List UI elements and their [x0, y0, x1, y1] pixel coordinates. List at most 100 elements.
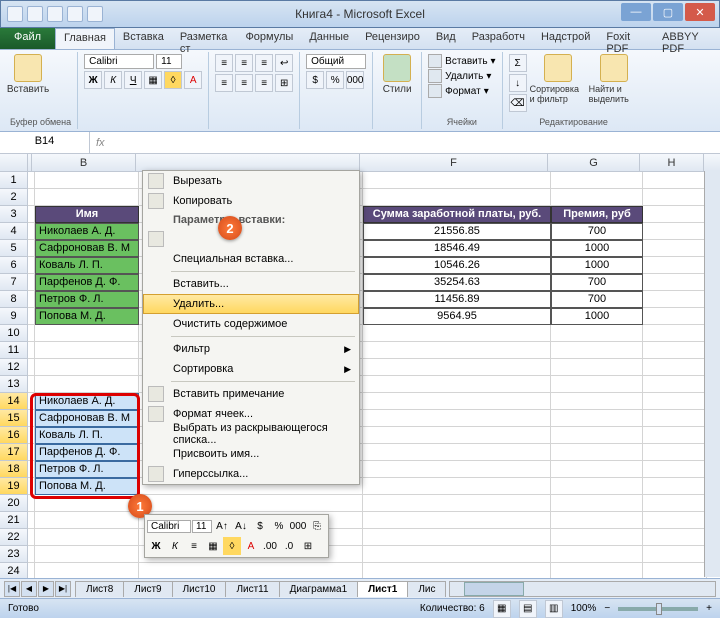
save-icon[interactable]: [27, 6, 43, 22]
undo-icon[interactable]: [47, 6, 63, 22]
cell[interactable]: [28, 359, 35, 376]
cell[interactable]: [363, 427, 551, 444]
paste-button[interactable]: Вставить: [10, 54, 46, 117]
tab-home[interactable]: Главная: [55, 28, 115, 49]
row-header[interactable]: 20: [0, 495, 28, 512]
cell[interactable]: [643, 495, 707, 512]
mini-font-size[interactable]: 11: [192, 520, 212, 533]
sheet-tab[interactable]: Лист11: [225, 581, 279, 597]
cell[interactable]: [643, 359, 707, 376]
zoom-slider[interactable]: [618, 607, 698, 611]
row-header[interactable]: 7: [0, 274, 28, 291]
cell[interactable]: [643, 223, 707, 240]
tab-nav-prev[interactable]: ◀: [21, 581, 37, 597]
cell[interactable]: [35, 172, 139, 189]
cell[interactable]: [363, 172, 551, 189]
mini-italic[interactable]: К: [166, 537, 184, 555]
sum-cell[interactable]: 9564.95: [363, 308, 551, 325]
align-bot-button[interactable]: ≡: [255, 54, 273, 72]
cell[interactable]: [643, 427, 707, 444]
cm-paste-special[interactable]: Специальная вставка...: [143, 249, 359, 269]
sort-filter-button[interactable]: Сортировка и фильтр: [530, 54, 586, 117]
sheet-tab[interactable]: Лист9: [123, 581, 172, 597]
font-color-button[interactable]: A: [184, 71, 202, 89]
redo-icon[interactable]: [67, 6, 83, 22]
mini-fill-color[interactable]: ◊: [223, 537, 241, 555]
cell[interactable]: [363, 189, 551, 206]
cell[interactable]: [28, 291, 35, 308]
comma-button[interactable]: 000: [346, 71, 364, 89]
cell[interactable]: [643, 274, 707, 291]
merge-button[interactable]: ⊞: [275, 74, 293, 92]
name-cell[interactable]: Сафроновав В. М: [35, 240, 139, 257]
tab-review[interactable]: Рецензиро: [357, 28, 428, 49]
cell[interactable]: [643, 529, 707, 546]
sum-cell[interactable]: 11456.89: [363, 291, 551, 308]
col-header-g[interactable]: G: [548, 154, 640, 171]
cell[interactable]: [363, 376, 551, 393]
mini-currency[interactable]: $: [251, 517, 269, 535]
sheet-tab[interactable]: Лист10: [172, 581, 227, 597]
cell[interactable]: [139, 495, 363, 512]
mini-percent[interactable]: %: [270, 517, 288, 535]
cell[interactable]: [28, 376, 35, 393]
zoom-in-button[interactable]: +: [706, 603, 712, 614]
cell[interactable]: [28, 495, 35, 512]
cell[interactable]: [643, 342, 707, 359]
cell[interactable]: [643, 189, 707, 206]
mini-dec-dec[interactable]: .0: [280, 537, 298, 555]
cell[interactable]: [643, 563, 707, 578]
col-header-h[interactable]: H: [640, 154, 704, 171]
align-mid-button[interactable]: ≡: [235, 54, 253, 72]
row-header[interactable]: 21: [0, 512, 28, 529]
tab-page-layout[interactable]: Разметка ст: [172, 28, 238, 49]
tab-developer[interactable]: Разработч: [464, 28, 533, 49]
cell[interactable]: [35, 563, 139, 578]
tab-addins[interactable]: Надстрой: [533, 28, 598, 49]
cell[interactable]: [551, 512, 643, 529]
cell[interactable]: [28, 325, 35, 342]
cell[interactable]: [551, 172, 643, 189]
tab-abbyy[interactable]: ABBYY PDF: [654, 28, 720, 49]
header-cell[interactable]: Премия, руб: [551, 206, 643, 223]
row-header[interactable]: 10: [0, 325, 28, 342]
cell[interactable]: [35, 495, 139, 512]
mini-dec-inc[interactable]: .00: [261, 537, 279, 555]
row-header[interactable]: 23: [0, 546, 28, 563]
mini-format-painter-icon[interactable]: ⎘: [308, 517, 326, 535]
cell[interactable]: [363, 495, 551, 512]
view-layout-button[interactable]: ▤: [519, 600, 537, 618]
row-header[interactable]: 5: [0, 240, 28, 257]
name-cell[interactable]: Парфенов Д. Ф.: [35, 274, 139, 291]
cell[interactable]: [643, 172, 707, 189]
cell[interactable]: [643, 291, 707, 308]
cell[interactable]: [28, 444, 35, 461]
currency-button[interactable]: $: [306, 71, 324, 89]
name-cell[interactable]: Петров Ф. Л.: [35, 291, 139, 308]
cell[interactable]: [28, 240, 35, 257]
sum-cell[interactable]: 18546.49: [363, 240, 551, 257]
find-select-button[interactable]: Найти и выделить: [589, 54, 639, 117]
wrap-button[interactable]: ↩: [275, 54, 293, 72]
cm-insert-comment[interactable]: Вставить примечание: [143, 384, 359, 404]
select-all-corner[interactable]: [0, 154, 28, 171]
cell[interactable]: [551, 410, 643, 427]
sum-cell[interactable]: 10546.26: [363, 257, 551, 274]
sheet-tab-active[interactable]: Лист1: [357, 581, 408, 597]
row-header[interactable]: 3: [0, 206, 28, 223]
tab-nav-first[interactable]: |◀: [4, 581, 20, 597]
name-cell[interactable]: Николаев А. Д.: [35, 223, 139, 240]
cells-delete-button[interactable]: Удалить ▾: [428, 69, 495, 83]
cell[interactable]: [551, 393, 643, 410]
row-header[interactable]: 1: [0, 172, 28, 189]
row-header[interactable]: 4: [0, 223, 28, 240]
cell[interactable]: [35, 376, 139, 393]
cell[interactable]: [643, 444, 707, 461]
row-header[interactable]: 18: [0, 461, 28, 478]
row-header[interactable]: 13: [0, 376, 28, 393]
cells-insert-button[interactable]: Вставить ▾: [428, 54, 495, 68]
cell[interactable]: [551, 529, 643, 546]
cell[interactable]: [363, 512, 551, 529]
cell[interactable]: [28, 410, 35, 427]
row-header[interactable]: 2: [0, 189, 28, 206]
